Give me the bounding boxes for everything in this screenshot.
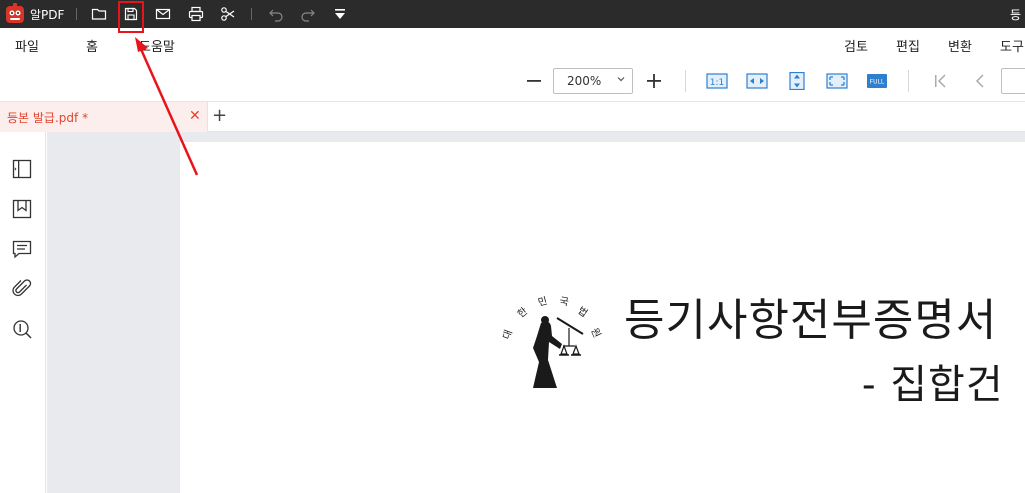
zoom-in-button[interactable]	[642, 70, 666, 92]
mail-icon[interactable]	[153, 4, 173, 24]
fit-width-button[interactable]	[745, 70, 769, 92]
menu-edit[interactable]: 편집	[896, 36, 920, 55]
redo-icon[interactable]	[298, 4, 318, 24]
divider	[908, 70, 909, 92]
menu-tools[interactable]: 도구	[1000, 36, 1024, 55]
print-icon[interactable]	[186, 4, 206, 24]
divider	[76, 8, 77, 20]
attachment-icon[interactable]	[11, 278, 33, 300]
toolbar: 200% 1:1 FULL	[0, 62, 1025, 102]
svg-text:법: 법	[575, 305, 589, 320]
undo-icon[interactable]	[266, 4, 286, 24]
svg-text:민: 민	[537, 295, 549, 309]
svg-text:대: 대	[501, 328, 515, 341]
menu-home[interactable]: 홈	[86, 36, 98, 55]
bookmark-icon[interactable]	[11, 198, 33, 220]
svg-text:한: 한	[515, 305, 530, 320]
menu-file[interactable]: 파일	[15, 36, 39, 55]
window-title: 등	[1009, 8, 1021, 22]
previous-page-button[interactable]	[968, 70, 992, 92]
full-screen-label: FULL	[870, 79, 885, 86]
divider	[685, 70, 686, 92]
search-icon[interactable]	[11, 318, 33, 340]
dropdown-icon[interactable]	[330, 4, 350, 24]
menu-bar: 파일 홈 도움말 검토 편집 변환 도구	[0, 28, 1025, 62]
app-name: 알PDF	[30, 8, 65, 22]
actual-size-label: 1:1	[710, 78, 724, 88]
fit-page-button[interactable]	[825, 70, 849, 92]
comment-icon[interactable]	[11, 238, 33, 260]
menu-convert[interactable]: 변환	[948, 36, 972, 55]
svg-text:국: 국	[558, 295, 569, 308]
left-sidebar	[0, 132, 46, 493]
first-page-button[interactable]	[928, 70, 952, 92]
court-seal-icon: 대 한 민 국 법 원	[497, 288, 609, 400]
page-number-input[interactable]	[1001, 68, 1025, 94]
divider	[251, 8, 252, 20]
actual-size-button[interactable]: 1:1	[705, 70, 729, 92]
document-heading: 등기사항전부증명서	[624, 295, 998, 346]
fit-height-button[interactable]	[785, 70, 809, 92]
tab-label: 등본 발급.pdf *	[7, 111, 89, 125]
zoom-select[interactable]: 200%	[553, 68, 633, 94]
zoom-value: 200%	[567, 74, 602, 88]
title-bar: 알PDF 등	[0, 0, 1025, 28]
menu-help[interactable]: 도움말	[139, 36, 175, 55]
scissors-icon[interactable]	[218, 4, 238, 24]
full-screen-button[interactable]: FULL	[865, 70, 889, 92]
document-tab[interactable]: 등본 발급.pdf * ✕	[0, 102, 208, 132]
folder-icon[interactable]	[89, 4, 109, 24]
menu-review[interactable]: 검토	[844, 36, 868, 55]
document-subheading: - 집합건	[862, 362, 1004, 408]
page-thumbnails-icon[interactable]	[11, 158, 33, 180]
svg-text:원: 원	[588, 326, 603, 339]
chevron-down-icon	[616, 74, 626, 87]
add-tab-button[interactable]: +	[212, 107, 227, 125]
logo-icon	[4, 3, 26, 25]
close-icon[interactable]: ✕	[189, 109, 201, 123]
highlight-box	[118, 1, 144, 33]
tab-bar: 등본 발급.pdf * ✕ +	[0, 102, 1025, 132]
zoom-out-button[interactable]	[522, 70, 546, 92]
